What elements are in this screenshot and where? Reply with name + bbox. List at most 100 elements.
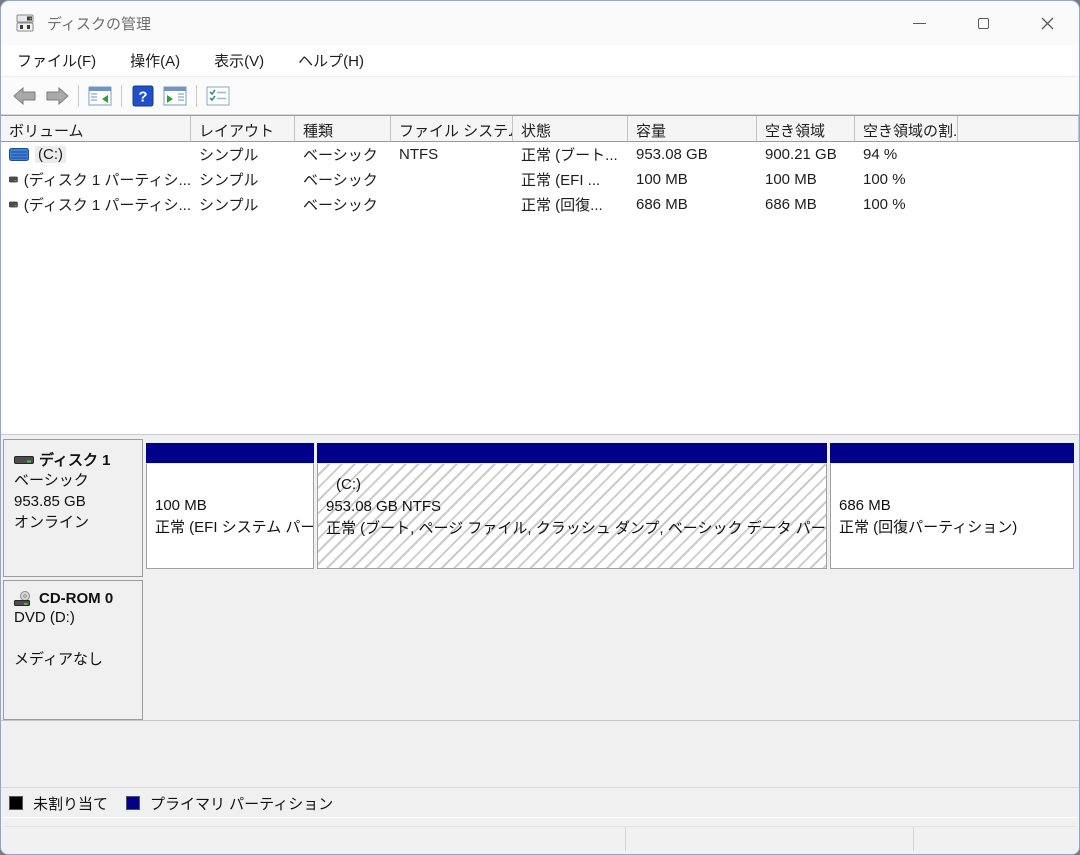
volume-name: (C:) xyxy=(35,146,66,163)
help-icon: ? xyxy=(132,85,154,106)
disk-management-window: ディスクの管理 ファイル(F) 操作(A) 表示(V) ヘルプ(H) ? ボリュ… xyxy=(0,0,1080,855)
cell-free-space: 686 MB xyxy=(765,196,817,213)
volume-name: (ディスク 1 パーティシ... xyxy=(23,197,191,214)
disk-drive-icon xyxy=(14,455,34,464)
checklist-button[interactable] xyxy=(202,82,234,110)
partition-size: 100 MB xyxy=(155,497,207,514)
cell-filesystem: NTFS xyxy=(399,146,439,163)
cell-capacity: 686 MB xyxy=(636,196,688,213)
cdrom-drive-letter: DVD (D:) xyxy=(14,609,75,626)
partition-label: (C:) xyxy=(336,476,361,493)
column-header-empty xyxy=(958,116,1079,141)
toolbar-separator xyxy=(121,84,122,107)
column-header-free-pct[interactable]: 空き領域の割... xyxy=(855,116,958,141)
partition-c[interactable]: (C:) 953.08 GB NTFS 正常 (ブート, ページ ファイル, ク… xyxy=(317,443,827,569)
back-button[interactable] xyxy=(9,82,41,110)
volume-list-pane: ボリューム レイアウト 種類 ファイル システム 状態 容量 空き領域 空き領域… xyxy=(1,115,1079,434)
cell-status: 正常 (EFI ... xyxy=(521,172,601,189)
cdrom-name: CD-ROM 0 xyxy=(39,590,114,607)
menu-view[interactable]: 表示(V) xyxy=(214,50,264,71)
cdrom-drive-icon xyxy=(14,590,30,606)
maximize-icon xyxy=(977,17,989,29)
partition-size: 686 MB xyxy=(839,497,891,514)
table-row[interactable]: (ディスク 1 パーティシ... シンプル ベーシック 正常 (EFI ... … xyxy=(1,167,1079,192)
show-console-tree-button[interactable] xyxy=(84,82,116,110)
disk1-header-panel[interactable]: ディスク 1 ベーシック 953.85 GB オンライン xyxy=(3,439,143,577)
cell-free-pct: 100 % xyxy=(863,196,906,213)
cell-type: ベーシック xyxy=(303,172,378,189)
legend-unallocated-swatch xyxy=(9,796,23,810)
column-header-volume[interactable]: ボリューム xyxy=(1,116,191,141)
status-panes xyxy=(3,826,1077,851)
menu-help[interactable]: ヘルプ(H) xyxy=(298,50,364,71)
toolbar-separator xyxy=(196,84,197,107)
column-header-filesystem[interactable]: ファイル システム xyxy=(391,116,513,141)
volume-name: (ディスク 1 パーティシ... xyxy=(23,172,191,189)
close-button[interactable] xyxy=(1015,1,1079,45)
cell-free-pct: 94 % xyxy=(863,146,898,163)
row-divider xyxy=(1,720,1079,721)
column-header-free-space[interactable]: 空き領域 xyxy=(757,116,855,141)
cell-type: ベーシック xyxy=(303,197,378,214)
help-button[interactable]: ? xyxy=(127,82,159,110)
partition-status: 正常 (EFI システム パーティション) xyxy=(155,519,314,536)
column-header-status[interactable]: 状態 xyxy=(513,116,628,141)
primary-partition-bar xyxy=(830,443,1074,463)
show-action-pane-button[interactable] xyxy=(159,82,191,110)
cell-status: 正常 (ブート... xyxy=(521,147,618,164)
checklist-icon xyxy=(206,86,230,105)
minimize-icon xyxy=(912,22,926,24)
disk-status: オンライン xyxy=(14,514,90,531)
partition-status: 正常 (ブート, ページ ファイル, クラッシュ ダンプ, ベーシック データ … xyxy=(326,520,826,537)
cell-status: 正常 (回復... xyxy=(521,197,603,214)
status-bar xyxy=(1,817,1079,854)
console-tree-icon xyxy=(88,86,112,105)
volume-disk-icon xyxy=(9,148,29,161)
cell-capacity: 953.08 GB xyxy=(636,146,708,163)
toolbar-separator xyxy=(78,84,79,107)
forward-arrow-icon xyxy=(46,86,69,105)
cdrom-header-panel[interactable]: CD-ROM 0 DVD (D:) メディアなし xyxy=(3,580,143,720)
partition-status: 正常 (回復パーティション) xyxy=(839,519,1018,536)
volume-disk-icon xyxy=(9,201,18,208)
legend-primary-swatch xyxy=(126,796,141,810)
table-row[interactable]: (C:) シンプル ベーシック NTFS 正常 (ブート... 953.08 G… xyxy=(1,142,1079,167)
partition-efi[interactable]: 100 MB 正常 (EFI システム パーティション) xyxy=(146,443,314,569)
app-disk-icon xyxy=(15,13,37,33)
disk-name: ディスク 1 xyxy=(39,452,111,469)
cell-layout: シンプル xyxy=(199,197,259,214)
menu-action[interactable]: 操作(A) xyxy=(130,50,180,71)
window-title: ディスクの管理 xyxy=(47,15,151,33)
legend-bar: 未割り当て プライマリ パーティション xyxy=(1,787,1079,818)
menu-file[interactable]: ファイル(F) xyxy=(17,50,96,71)
column-header-type[interactable]: 種類 xyxy=(295,116,391,141)
partition-size: 953.08 GB NTFS xyxy=(326,498,442,515)
legend-primary-label: プライマリ パーティション xyxy=(150,795,334,813)
column-header-capacity[interactable]: 容量 xyxy=(628,116,757,141)
cell-free-space: 100 MB xyxy=(765,171,817,188)
primary-partition-bar xyxy=(317,443,827,463)
legend-unallocated-label: 未割り当て xyxy=(33,795,109,813)
table-header-row: ボリューム レイアウト 種類 ファイル システム 状態 容量 空き領域 空き領域… xyxy=(1,115,1079,142)
action-pane-icon xyxy=(163,86,187,105)
table-row[interactable]: (ディスク 1 パーティシ... シンプル ベーシック 正常 (回復... 68… xyxy=(1,192,1079,217)
back-arrow-icon xyxy=(13,86,36,105)
status-pane-divider xyxy=(625,827,626,851)
close-icon xyxy=(1041,17,1053,29)
disk-size: 953.85 GB xyxy=(14,493,86,510)
cell-layout: シンプル xyxy=(199,172,259,189)
primary-partition-bar xyxy=(146,443,314,463)
cdrom-media-status: メディアなし xyxy=(14,651,103,668)
status-pane-divider xyxy=(913,827,914,851)
forward-button[interactable] xyxy=(41,82,73,110)
maximize-button[interactable] xyxy=(951,1,1015,45)
minimize-button[interactable] xyxy=(887,1,951,45)
partition-recovery[interactable]: 686 MB 正常 (回復パーティション) xyxy=(830,443,1074,569)
disk-type: ベーシック xyxy=(14,472,89,489)
column-header-layout[interactable]: レイアウト xyxy=(191,116,295,141)
cell-free-space: 900.21 GB xyxy=(765,146,837,163)
title-bar: ディスクの管理 xyxy=(1,1,1079,45)
toolbar: ? xyxy=(1,77,1079,115)
cell-capacity: 100 MB xyxy=(636,171,688,188)
cell-layout: シンプル xyxy=(199,147,259,164)
